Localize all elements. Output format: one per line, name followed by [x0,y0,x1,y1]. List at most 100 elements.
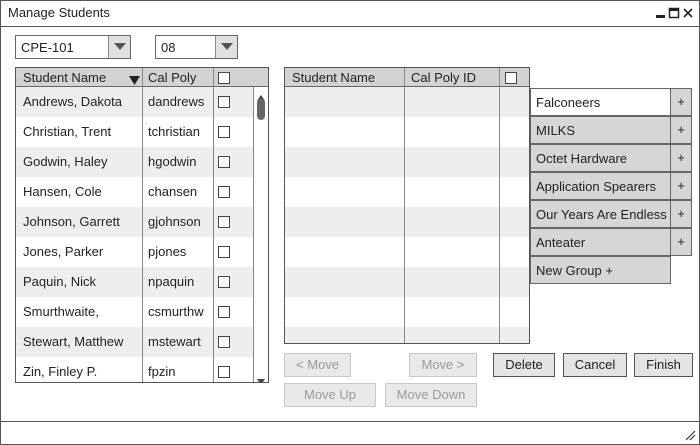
dropdown-arrow-icon[interactable] [215,36,237,58]
table-row[interactable]: Smurthwaite, csmurthw [16,297,253,327]
table-row[interactable]: Christian, Trent tchristian [16,117,253,147]
column-divider [142,68,143,382]
add-to-group-button[interactable]: + [670,228,692,256]
student-name-cell: Hansen, Cole [23,184,102,199]
scroll-down-icon[interactable] [257,373,265,382]
table-row[interactable]: Zin, Finley P. fpzin [16,357,253,382]
add-to-group-button[interactable]: + [670,144,692,172]
table-row[interactable] [285,297,529,327]
table-row[interactable] [285,267,529,297]
table-row[interactable] [285,177,529,207]
group-item[interactable]: MILKS [530,116,671,144]
select-all-checkbox[interactable] [218,72,230,84]
cal-poly-id-cell: csmurthw [148,304,204,319]
table-row[interactable] [285,327,529,343]
finish-button[interactable]: Finish [634,353,693,377]
student-name-cell: Zin, Finley P. [23,364,98,379]
column-cal-poly[interactable]: Cal Poly [148,70,196,85]
cal-poly-id-cell: mstewart [148,334,201,349]
row-checkbox[interactable] [218,156,230,168]
table-row[interactable] [285,237,529,267]
cal-poly-id-cell: npaquin [148,274,195,289]
group-table-header: Student Name Cal Poly ID [285,68,529,87]
course-select-value: CPE-101 [21,40,74,55]
add-to-group-button[interactable]: + [670,88,692,116]
row-checkbox[interactable] [218,216,230,228]
resize-grip-icon[interactable] [685,429,696,444]
cal-poly-id-cell: gjohnson [148,214,201,229]
student-name-cell: Paquin, Nick [23,274,96,289]
close-icon[interactable] [682,6,694,20]
cal-poly-id-cell: chansen [148,184,198,199]
row-checkbox[interactable] [218,186,230,198]
column-student-name[interactable]: Student Name [292,70,375,85]
status-bar-divider [1,421,699,422]
cal-poly-id-cell: hgodwin [148,154,197,169]
groups-list: Falconeers + MILKS + Octet Hardware + Ap… [530,88,693,288]
table-row[interactable]: Jones, Parker pjones [16,237,253,267]
group-item[interactable]: Our Years Are Endless [530,200,671,228]
row-checkbox[interactable] [218,336,230,348]
student-name-cell: Stewart, Matthew [23,334,124,349]
cancel-button[interactable]: Cancel [563,353,627,377]
title-bar: Manage Students [1,1,699,27]
group-item[interactable]: Octet Hardware [530,144,671,172]
table-row[interactable] [285,87,529,117]
cal-poly-id-cell: tchristian [148,124,201,139]
student-name-cell: Christian, Trent [23,124,112,139]
table-row[interactable]: Paquin, Nick npaquin [16,267,253,297]
section-select-value: 08 [161,40,176,55]
student-name-cell: Jones, Parker [23,244,104,259]
course-select[interactable]: CPE-101 [15,35,131,59]
table-row[interactable]: Hansen, Cole chansen [16,177,253,207]
group-item[interactable]: Anteater [530,228,671,256]
dropdown-arrow-icon[interactable] [108,36,130,58]
student-name-cell: Smurthwaite, [23,304,99,319]
delete-button[interactable]: Delete [493,353,555,377]
column-divider [404,68,405,343]
roster-scrollbar[interactable] [253,87,268,382]
row-checkbox[interactable] [218,306,230,318]
move-left-button[interactable]: < Move [284,353,351,377]
table-row[interactable]: Stewart, Matthew mstewart [16,327,253,357]
table-row[interactable] [285,207,529,237]
cal-poly-id-cell: dandrews [148,94,205,109]
add-to-group-button[interactable]: + [670,172,692,200]
row-checkbox[interactable] [218,246,230,258]
scroll-thumb[interactable] [257,99,265,120]
add-to-group-button[interactable]: + [670,200,692,228]
column-divider [499,68,500,343]
group-item[interactable]: Falconeers [530,88,671,116]
move-up-button[interactable]: Move Up [284,383,376,407]
column-student-name[interactable]: Student Name [23,70,106,85]
row-checkbox[interactable] [218,96,230,108]
student-name-cell: Johnson, Garrett [23,214,120,229]
table-row[interactable]: Andrews, Dakota dandrews [16,87,253,117]
column-cal-poly-id[interactable]: Cal Poly ID [411,70,476,85]
sort-desc-icon[interactable] [129,73,140,88]
table-row[interactable] [285,147,529,177]
row-checkbox[interactable] [218,366,230,378]
group-item[interactable]: Application Spearers [530,172,671,200]
table-row[interactable] [285,117,529,147]
manage-students-window: Manage Students CPE-101 08 Student Name [0,0,700,445]
section-select[interactable]: 08 [155,35,238,59]
maximize-icon[interactable] [668,6,680,20]
move-right-button[interactable]: Move > [409,353,477,377]
new-group-button[interactable]: New Group + [530,256,671,284]
group-members-table: Student Name Cal Poly ID [284,67,530,344]
cal-poly-id-cell: fpzin [148,364,176,379]
roster-table: Student Name Cal Poly Andrews, Dakota dan… [15,67,269,383]
row-checkbox[interactable] [218,126,230,138]
student-name-cell: Godwin, Haley [23,154,108,169]
row-checkbox[interactable] [218,276,230,288]
move-down-button[interactable]: Move Down [385,383,477,407]
minimize-icon[interactable] [655,6,667,20]
window-title: Manage Students [8,5,110,20]
cal-poly-id-cell: pjones [148,244,187,259]
student-name-cell: Andrews, Dakota [23,94,122,109]
add-to-group-button[interactable]: + [670,116,692,144]
table-row[interactable]: Godwin, Haley hgodwin [16,147,253,177]
select-all-checkbox[interactable] [505,72,517,84]
table-row[interactable]: Johnson, Garrett gjohnson [16,207,253,237]
